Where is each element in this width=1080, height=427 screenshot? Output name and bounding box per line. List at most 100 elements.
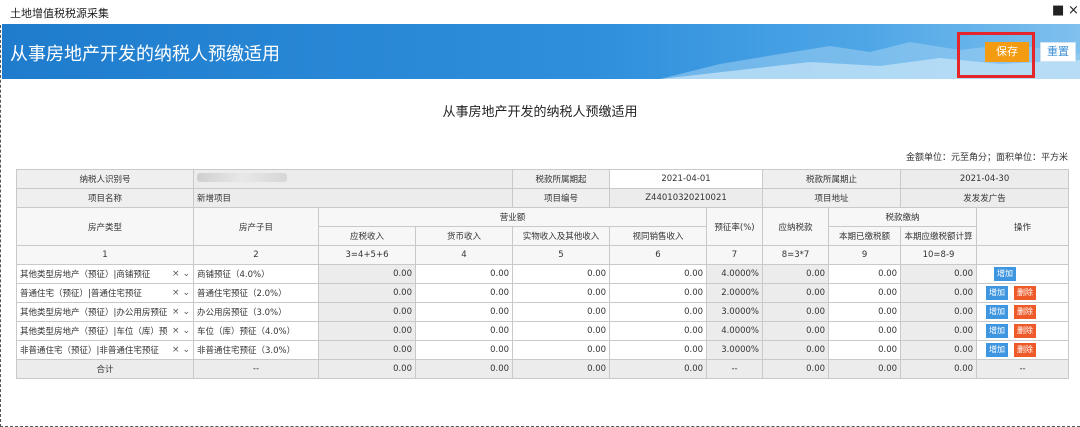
add-button[interactable]: 增加 — [986, 286, 1009, 300]
type-select-value: 其他类型房地产（预征）|商铺预征 — [20, 270, 151, 280]
type-select[interactable]: 普通住宅（预征）|普通住宅预征 × ⌄ — [16, 283, 194, 303]
chevron-down-icon[interactable]: ⌄ — [182, 307, 190, 317]
tax-period-end-label: 税款所属期止 — [762, 169, 902, 189]
index-cell: 5 — [512, 245, 611, 265]
close-icon[interactable]: × — [1068, 3, 1079, 18]
type-select[interactable]: 其他类型房地产（预征）|车位（库）预 × ⌄ — [16, 321, 194, 341]
clear-icon[interactable]: × — [172, 307, 180, 317]
index-cell: 1 — [16, 245, 194, 265]
index-cell: 9 — [828, 245, 902, 265]
col-payment-header: 税款缴纳 — [828, 207, 978, 227]
col-paid-header: 本期已缴税额 — [828, 226, 902, 246]
physical-income-input[interactable]: 0.00 — [512, 321, 611, 341]
form-title: 从事房地产开发的纳税人预缴适用 — [442, 105, 638, 120]
paid-input[interactable]: 0.00 — [828, 283, 902, 303]
clear-icon[interactable]: × — [172, 269, 180, 279]
units-note: 金额单位：元至角分；面积单位：平方米 — [905, 153, 1068, 163]
deemed-income-input[interactable]: 0.00 — [609, 283, 708, 303]
physical-income-input[interactable]: 0.00 — [512, 340, 611, 360]
tax-period-start-value[interactable]: 2021-04-01 — [609, 169, 764, 189]
deemed-income-input[interactable]: 0.00 — [609, 302, 708, 322]
type-select[interactable]: 其他类型房地产（预征）|办公用房预征 × ⌄ — [16, 302, 194, 322]
rate-cell: 3.0000% — [706, 302, 764, 322]
info-row-2: 项目名称 新增项目 项目编号 Z44010320210021 项目地址 发发发广… — [16, 188, 1070, 208]
add-button[interactable]: 增加 — [986, 305, 1009, 319]
paid-input[interactable]: 0.00 — [828, 340, 902, 360]
add-button[interactable]: 增加 — [986, 343, 1009, 357]
delete-button[interactable]: 删除 — [1014, 286, 1037, 300]
rate-cell: 3.0000% — [706, 340, 764, 360]
window-title: 土地增值税税源采集 — [10, 7, 109, 20]
type-select-value: 其他类型房地产（预征）|办公用房预征 — [20, 308, 168, 318]
table-row: 非普通住宅（预征）|非普通住宅预征 × ⌄ 非普通住宅预征（3.0%） 0.00 … — [16, 340, 1070, 360]
tax-form-table: 纳税人识别号 税款所属期起 2021-04-01 税款所属期止 2021-04-… — [16, 169, 1070, 379]
delete-button[interactable]: 删除 — [1014, 343, 1037, 357]
monetary-income-input[interactable]: 0.00 — [414, 264, 514, 284]
deemed-income-input[interactable]: 0.00 — [609, 264, 708, 284]
monetary-income-input[interactable]: 0.00 — [414, 283, 514, 303]
delete-button[interactable]: 删除 — [1014, 305, 1037, 319]
col-taxable-header: 应税收入 — [318, 226, 416, 246]
subtype-value: 车位（库）预征（4.0%） — [193, 321, 319, 341]
table-row: 其他类型房地产（预征）|办公用房预征 × ⌄ 办公用房预征（3.0%） 0.00 … — [16, 302, 1070, 322]
col-tax-header: 应纳税款 — [762, 207, 830, 246]
tax-period-start-label: 税款所属期起 — [512, 169, 611, 189]
deemed-income-input[interactable]: 0.00 — [609, 340, 708, 360]
project-name-label: 项目名称 — [16, 188, 194, 208]
header-row-1: 房产类型 房产子目 营业额 预征率(%) 应纳税款 税款缴纳 操作 — [16, 207, 1070, 246]
paid-input[interactable]: 0.00 — [828, 321, 902, 341]
type-select[interactable]: 其他类型房地产（预征）|商铺预征 × ⌄ — [16, 264, 194, 284]
paid-input[interactable]: 0.00 — [828, 302, 902, 322]
delete-button[interactable]: 删除 — [1014, 324, 1037, 338]
table-row: 其他类型房地产（预征）|商铺预征 × ⌄ 商铺预征（4.0%） 0.00 0.00… — [16, 264, 1070, 284]
rate-cell: 2.0000% — [706, 283, 764, 303]
clear-icon[interactable]: × — [172, 326, 180, 336]
physical-income-input[interactable]: 0.00 — [512, 302, 611, 322]
ops-cell: 增加 删除 — [976, 302, 1070, 322]
clear-icon[interactable]: × — [172, 345, 180, 355]
redacted-taxpayer-id — [197, 173, 287, 182]
physical-income-input[interactable]: 0.00 — [512, 283, 611, 303]
monetary-income-input[interactable]: 0.00 — [414, 321, 514, 341]
taxable-income-cell: 0.00 — [318, 321, 416, 341]
reset-button[interactable]: 重置 — [1040, 42, 1076, 62]
paid-input[interactable]: 0.00 — [828, 264, 902, 284]
ops-cell: 增加 删除 — [976, 283, 1070, 303]
chevron-down-icon[interactable]: ⌄ — [182, 288, 190, 298]
col-type-header: 房产类型 — [16, 207, 194, 246]
tax-payable-cell: 0.00 — [762, 340, 830, 360]
total-monetary: 0.00 — [414, 359, 514, 379]
clear-icon[interactable]: × — [172, 288, 180, 298]
chevron-down-icon[interactable]: ⌄ — [182, 345, 190, 355]
header-banner: 从事房地产开发的纳税人预缴适用 — [2, 24, 1080, 79]
restore-icon[interactable]: ■ — [1052, 3, 1064, 18]
monetary-income-input[interactable]: 0.00 — [414, 340, 514, 360]
tax-payable-cell: 0.00 — [762, 302, 830, 322]
physical-income-input[interactable]: 0.00 — [512, 264, 611, 284]
chevron-down-icon[interactable]: ⌄ — [182, 269, 190, 279]
to-pay-cell: 0.00 — [900, 283, 978, 303]
total-ops: -- — [976, 359, 1070, 379]
table-row: 其他类型房地产（预征）|车位（库）预 × ⌄ 车位（库）预征（4.0%） 0.00… — [16, 321, 1070, 341]
type-select[interactable]: 非普通住宅（预征）|非普通住宅预征 × ⌄ — [16, 340, 194, 360]
add-button[interactable]: 增加 — [994, 267, 1017, 281]
chevron-down-icon[interactable]: ⌄ — [182, 326, 190, 336]
info-row-1: 纳税人识别号 税款所属期起 2021-04-01 税款所属期止 2021-04-… — [16, 169, 1070, 189]
save-button[interactable]: 保存 — [985, 42, 1029, 62]
taxpayer-id-label: 纳税人识别号 — [16, 169, 194, 189]
col-physical-header: 实物收入及其他收入 — [512, 226, 611, 246]
type-select-value: 其他类型房地产（预征）|车位（库）预 — [20, 327, 168, 337]
add-button[interactable]: 增加 — [986, 324, 1009, 338]
monetary-income-input[interactable]: 0.00 — [414, 302, 514, 322]
col-subtype-header: 房产子目 — [193, 207, 319, 246]
deemed-income-input[interactable]: 0.00 — [609, 321, 708, 341]
index-cell: 6 — [609, 245, 708, 265]
total-label: 合计 — [16, 359, 194, 379]
to-pay-cell: 0.00 — [900, 321, 978, 341]
tax-payable-cell: 0.00 — [762, 321, 830, 341]
tax-period-end-value[interactable]: 2021-04-30 — [900, 169, 1070, 189]
project-no-value: Z44010320210021 — [609, 188, 764, 208]
tax-payable-cell: 0.00 — [762, 264, 830, 284]
col-monetary-header: 货币收入 — [414, 226, 514, 246]
rate-cell: 4.0000% — [706, 264, 764, 284]
